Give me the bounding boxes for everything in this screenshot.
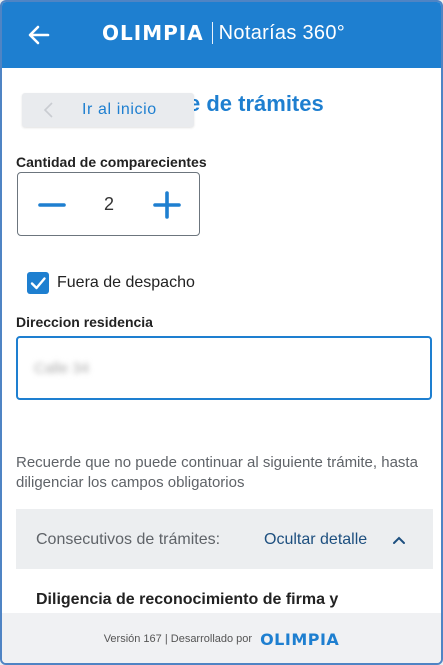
brand: OLIMPIA Notarías 360° (102, 21, 345, 45)
ocultar-detalle-button[interactable]: Ocultar detalle (264, 531, 367, 549)
footer-olimpia-logo: OLIMPIA (260, 629, 340, 649)
fuera-despacho-checkbox[interactable] (27, 272, 49, 294)
direccion-input[interactable] (16, 336, 432, 400)
brand-subtitle: Notarías 360° (218, 21, 346, 44)
back-arrow-icon[interactable] (26, 22, 52, 48)
comparecientes-stepper: 2 (17, 172, 200, 236)
comparecientes-value: 2 (104, 194, 115, 214)
main-content: e de trámites Ir al inicio Cantidad de c… (2, 68, 441, 613)
direccion-label: Direccion residencia (16, 314, 153, 330)
comparecientes-label: Cantidad de comparecientes (16, 154, 207, 170)
page-title: e de trámites (188, 91, 324, 116)
consecutivos-label: Consecutivos de trámites: (36, 531, 221, 548)
fuera-despacho-label[interactable]: Fuera de despacho (57, 274, 195, 292)
plus-icon[interactable] (152, 190, 182, 220)
footer-version-text: Versión 167 | Desarrollado por (103, 633, 253, 645)
app-bar: OLIMPIA Notarías 360° (2, 2, 441, 68)
tramite-item: Diligencia de reconocimiento de firma y (36, 591, 339, 608)
brand-divider (211, 22, 213, 44)
home-button[interactable]: Ir al inicio (22, 93, 194, 127)
footer: Versión 167 | Desarrollado por OLIMPIA (2, 613, 441, 663)
chevron-left-icon (42, 101, 56, 119)
home-button-label: Ir al inicio (82, 101, 157, 118)
minus-icon[interactable] (37, 190, 67, 220)
olimpia-logo: OLIMPIA (102, 21, 204, 45)
app-window: OLIMPIA Notarías 360° e de trámites Ir a… (0, 0, 443, 665)
chevron-up-icon[interactable] (392, 533, 406, 545)
consecutivos-panel: Consecutivos de trámites: Ocultar detall… (16, 509, 433, 569)
required-fields-notice: Recuerde que no puede continuar al sigui… (16, 454, 418, 491)
